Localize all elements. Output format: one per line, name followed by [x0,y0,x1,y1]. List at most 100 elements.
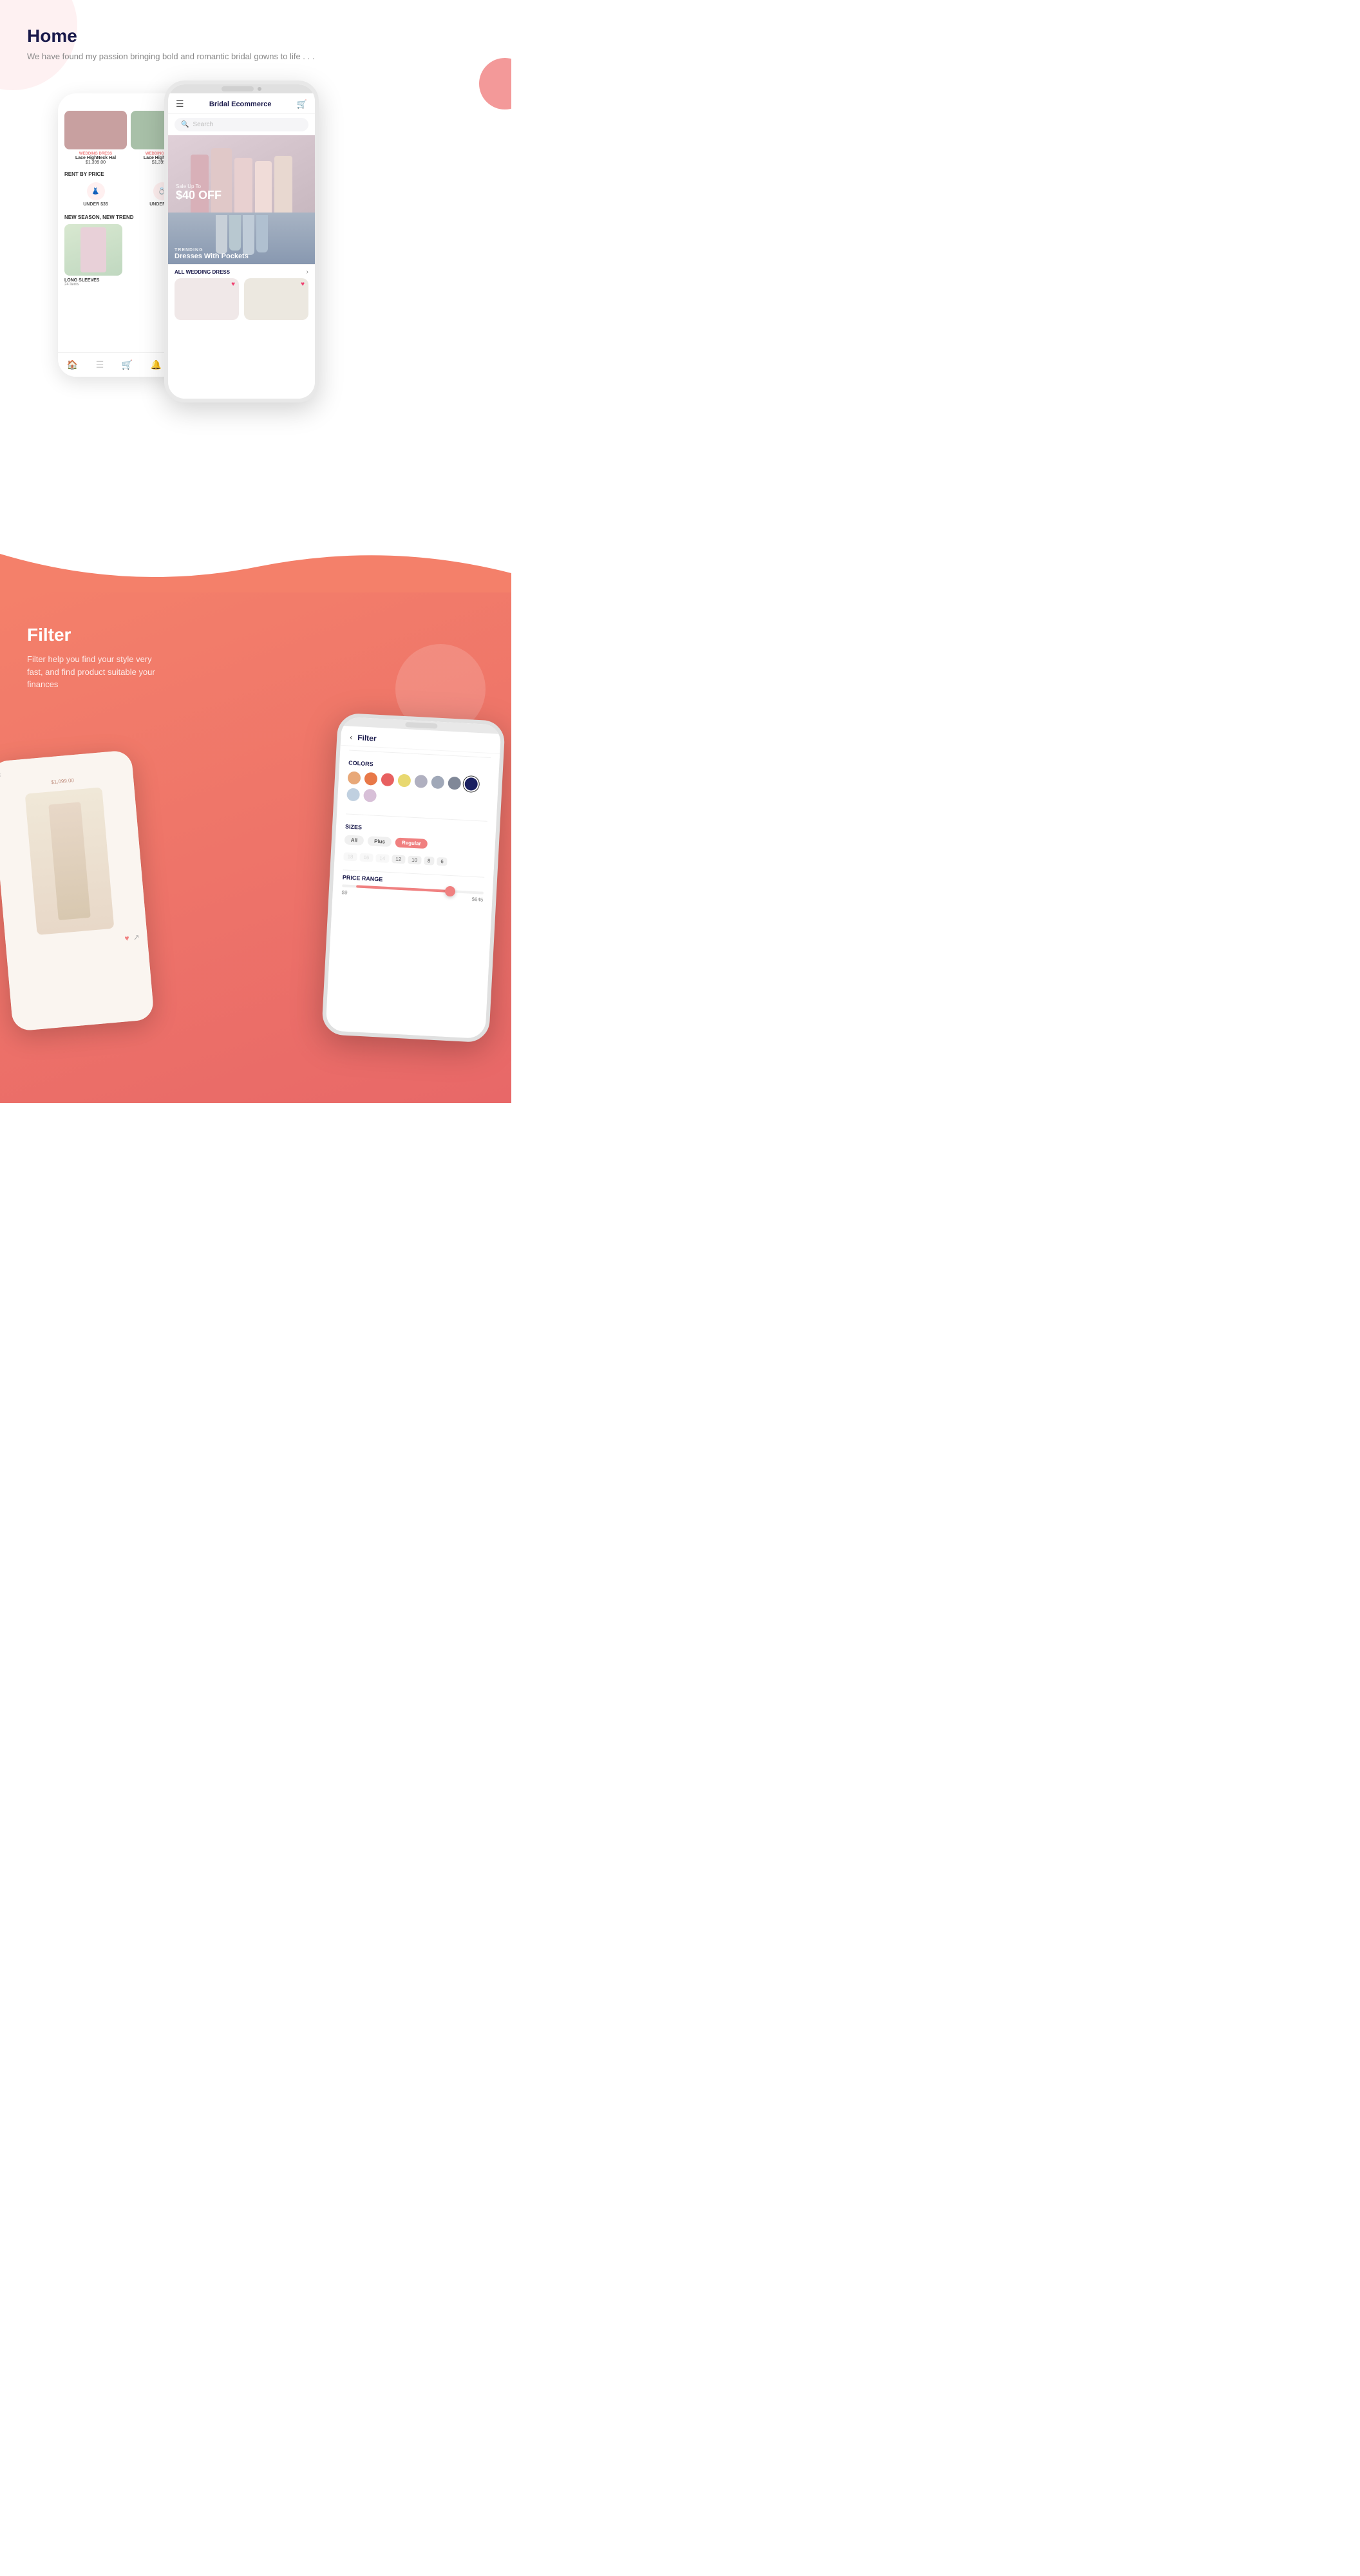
all-wedding-arrow-icon: › [307,269,308,276]
size-10[interactable]: 10 [408,855,422,864]
color-peach[interactable] [347,771,361,784]
dress-cards-row: ♥ ♥ [168,278,315,320]
color-yellow[interactable] [397,773,411,787]
hang-dress-4 [256,215,268,252]
wave-transition [0,515,511,592]
price-range-section: PRICE RANGE $9 $645 [332,873,493,905]
price-slider-thumb[interactable] [445,886,456,896]
dress-icon-35: 👗 [87,182,105,200]
price-filter-label-35: UNDER $35 [64,202,127,207]
figure-5 [274,156,292,213]
cart-icon[interactable]: 🛒 [297,99,307,109]
dress-silhouette [80,227,106,272]
figure-2 [211,148,232,213]
dress-card-1[interactable]: ♥ [175,278,239,320]
nav-cart-icon[interactable]: 🛒 [122,359,133,370]
filter-background: Filter Filter help you find your style v… [0,592,511,1103]
filter-screen-title: Filter [357,733,377,743]
section-filter: Filter Filter help you find your style v… [0,515,511,1103]
wave-svg [0,515,511,592]
filter-right-phone: ‹ Filter COLORS [321,712,505,1043]
trending-title: Dresses With Pockets [175,252,249,260]
banner-sale-amount: $40 OFF [176,189,222,201]
size-plus[interactable]: Plus [368,836,392,847]
back-product-name-1: Lace HighNeck Hal [64,156,127,160]
dress-body-shape [48,802,90,920]
section-home: Home We have found my passion bringing b… [0,0,511,515]
size-regular[interactable]: Regular [395,837,428,849]
size-6[interactable]: 6 [437,857,448,866]
size-12[interactable]: 12 [392,855,406,864]
sizes-section: SIZES All Plus Regular 18 16 [334,817,496,873]
trending-label: TRENDING [175,248,249,252]
filter-right-phone-screen: ‹ Filter COLORS [325,716,501,1038]
action-icons: ♥ ↗ [14,933,140,952]
heart-icon-1[interactable]: ♥ [231,281,235,288]
color-navy[interactable] [464,777,478,790]
nav-home-icon[interactable]: 🏠 [67,359,78,370]
home-text-block: Home We have found my passion bringing b… [0,26,511,61]
figure-3 [234,158,252,213]
colors-section: COLORS [337,753,499,817]
filter-back-arrow-icon[interactable]: ‹ [350,732,353,741]
long-sleeves-count: 24 items [64,283,122,287]
promo-banner: Sale Up To $40 OFF [168,135,315,213]
size-8[interactable]: 8 [424,856,435,865]
page-title: Home [27,26,511,46]
color-light-blue[interactable] [346,788,360,801]
colors-label: COLORS [348,759,490,773]
search-bar[interactable]: 🔍 Search [175,118,308,131]
all-wedding-section[interactable]: ALL WEDDING DRESS › [168,264,315,278]
size-all[interactable]: All [345,835,364,846]
size-14[interactable]: 14 [375,853,390,862]
phone-notch-area [168,84,315,93]
color-coral[interactable] [381,773,394,786]
heart-icon[interactable]: ♥ [124,933,129,943]
price-filter-under35[interactable]: 👗 UNDER $35 [64,182,127,207]
long-sleeves-img [64,224,122,276]
color-blue-gray[interactable] [431,775,444,789]
hang-dress-2 [229,215,241,251]
size-16[interactable]: 16 [359,853,373,862]
color-slate[interactable] [448,776,461,790]
back-product-1: WEDDING DRESS Lace HighNeck Hal $1,399.0… [64,111,127,165]
filter-left-phone: ‹ $1,099.00 ♥ ↗ [0,750,155,1032]
page-subtitle: We have found my passion bringing bold a… [27,52,511,61]
front-phone-header: ☰ Bridal Ecommerce 🛒 [168,93,315,114]
dress-figures [191,148,292,213]
nav-bell-icon[interactable]: 🔔 [151,359,162,370]
price-max: $645 [471,896,483,902]
long-sleeves-label: LONG SLEEVES [64,278,122,283]
color-dots-row [346,771,489,808]
front-phone: ☰ Bridal Ecommerce 🛒 🔍 Search [164,80,319,402]
dress-card-2[interactable]: ♥ [244,278,308,320]
dress-preview-figure [25,787,115,935]
filter-description: Filter help you find your style very fas… [27,653,169,691]
phone-camera [258,87,261,91]
color-lavender[interactable] [363,788,377,802]
figure-4 [255,161,272,213]
banner-text: Sale Up To $40 OFF [176,184,222,201]
color-orange[interactable] [364,772,377,785]
app-title: Bridal Ecommerce [209,100,272,108]
filter-title: Filter [27,625,484,645]
menu-icon[interactable]: ☰ [176,99,184,109]
all-wedding-title: ALL WEDDING DRESS [175,269,230,275]
size-options: All Plus Regular [345,835,428,849]
size-18[interactable]: 18 [343,852,357,861]
phones-showcase: 9:41 ▪▪▪ ✦ WEDDING DRESS Lace HighNeck H… [0,80,511,454]
back-product-img-1 [64,111,127,149]
filter-phone-notch [405,722,437,729]
phone-notch [222,86,254,91]
heart-icon-2[interactable]: ♥ [301,281,305,288]
search-placeholder: Search [193,121,213,128]
price-min: $9 [341,889,347,895]
share-icon[interactable]: ↗ [133,933,140,942]
long-sleeves-item: LONG SLEEVES 24 items [64,224,122,287]
trending-section: TRENDING Dresses With Pockets [168,213,315,264]
front-phone-screen: ☰ Bridal Ecommerce 🛒 🔍 Search [168,84,315,399]
search-icon: 🔍 [181,121,189,128]
color-gray-light[interactable] [414,774,428,788]
nav-list-icon[interactable]: ☰ [96,359,104,370]
filter-left-phone-screen: ‹ $1,099.00 ♥ ↗ [0,750,155,1032]
